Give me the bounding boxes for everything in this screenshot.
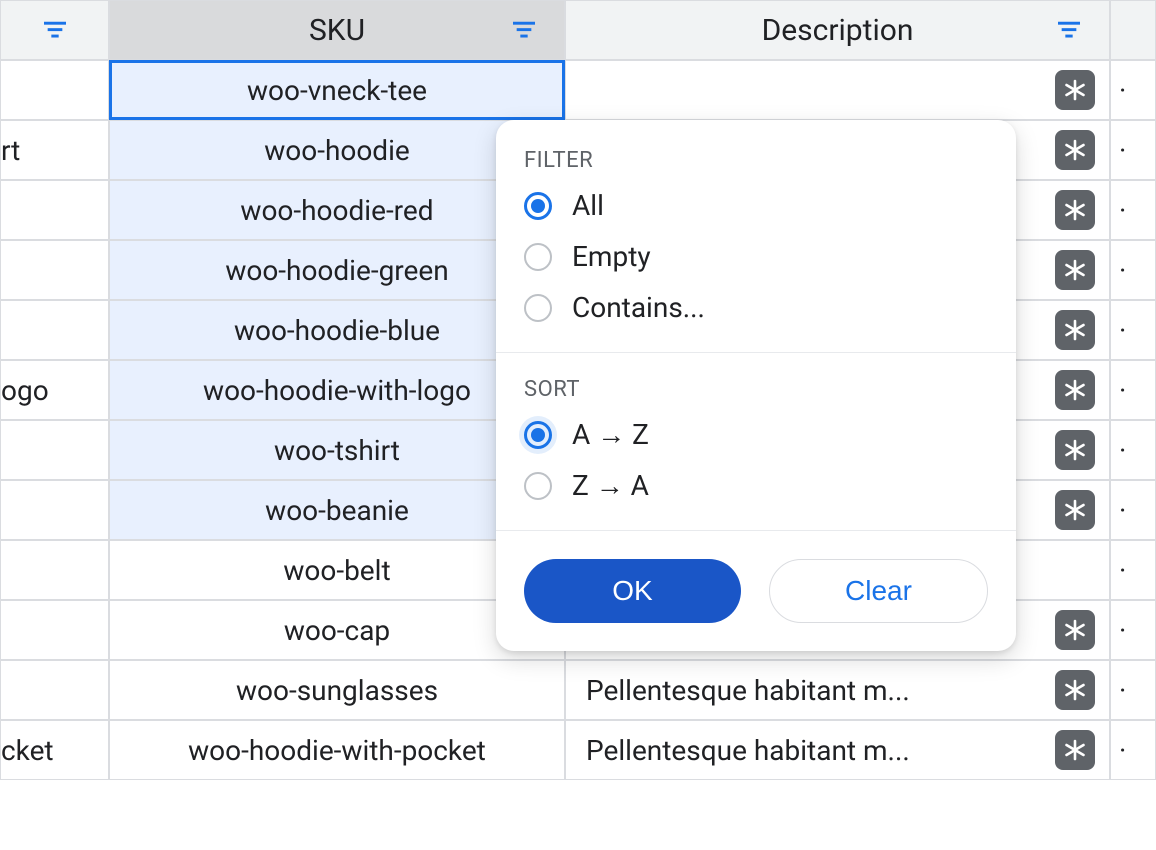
column-header-sku[interactable]: SKU [109,0,565,60]
radio-icon [524,192,552,220]
clear-button[interactable]: Clear [769,559,988,623]
popover-footer: OK Clear [524,559,988,623]
sort-option[interactable]: A → Z [524,418,988,451]
radio-label: Z → A [572,469,649,502]
cell-next-col[interactable]: · [1110,540,1156,600]
cell-prev-col[interactable]: ogo [0,360,109,420]
cell-text: woo-vneck-tee [247,74,427,107]
cell-prev-col[interactable] [0,540,109,600]
cell-next-col[interactable]: · [1110,660,1156,720]
cell-prev-col[interactable]: rt [0,120,109,180]
radio-label: All [572,189,604,222]
cell-text: woo-hoodie-green [225,254,448,287]
radio-icon [524,294,552,322]
radio-label: A → Z [572,418,649,451]
cell-text: woo-hoodie [264,134,410,167]
popover-divider [496,352,1016,353]
cell-text: woo-belt [283,554,390,587]
column-header-label: SKU [110,13,564,48]
cell-sku[interactable]: woo-vneck-tee [109,60,565,120]
asterisk-icon[interactable] [1055,70,1095,110]
sort-radio-group: A → Z Z → A [524,418,988,502]
column-header-prev[interactable] [0,0,109,60]
cell-next-col[interactable]: · [1110,300,1156,360]
cell-next-col[interactable]: · [1110,720,1156,780]
radio-icon [524,421,552,449]
cell-next-col[interactable]: · [1110,180,1156,240]
filter-option[interactable]: Empty [524,240,988,273]
cell-text: woo-hoodie-with-pocket [188,734,486,767]
cell-text: woo-tshirt [274,434,400,467]
cell-prev-col[interactable] [0,60,109,120]
cell-description[interactable] [565,60,1110,120]
ok-button[interactable]: OK [524,559,741,623]
cell-sku[interactable]: woo-sunglasses [109,660,565,720]
cell-prev-col[interactable] [0,420,109,480]
cell-sku[interactable]: woo-hoodie-with-pocket [109,720,565,780]
cell-prev-col[interactable] [0,480,109,540]
cell-prev-col[interactable] [0,240,109,300]
radio-label: Empty [572,240,651,273]
asterisk-icon[interactable] [1055,250,1095,290]
cell-text: woo-beanie [265,494,409,527]
cell-description[interactable]: Pellentesque habitant m... [565,660,1110,720]
cell-next-col[interactable]: · [1110,360,1156,420]
cell-text: Pellentesque habitant m... [586,734,1043,767]
asterisk-icon[interactable] [1055,130,1095,170]
cell-text: Pellentesque habitant m... [586,674,1043,707]
cell-prev-col[interactable] [0,660,109,720]
asterisk-icon[interactable] [1055,730,1095,770]
sort-option[interactable]: Z → A [524,469,988,502]
filter-option[interactable]: All [524,189,988,222]
cell-next-col[interactable]: · [1110,420,1156,480]
sort-section-title: SORT [524,377,988,402]
filter-icon[interactable] [1057,18,1081,42]
asterisk-icon[interactable] [1055,370,1095,410]
filter-sort-popover: FILTER All Empty Contains... SORT A → Z Z →… [496,120,1016,651]
cell-next-col[interactable]: · [1110,480,1156,540]
filter-icon[interactable] [512,18,536,42]
radio-icon [524,472,552,500]
column-header-next[interactable] [1110,0,1156,60]
filter-icon[interactable] [43,18,67,42]
asterisk-icon[interactable] [1055,310,1095,350]
column-header-label: Description [566,13,1109,48]
cell-next-col[interactable]: · [1110,120,1156,180]
radio-icon [524,243,552,271]
asterisk-icon[interactable] [1055,670,1095,710]
radio-label: Contains... [572,291,705,324]
cell-next-col[interactable]: · [1110,60,1156,120]
asterisk-icon[interactable] [1055,610,1095,650]
cell-prev-col[interactable]: cket [0,720,109,780]
cell-text: woo-sunglasses [236,674,438,707]
popover-footer-divider [496,530,1016,531]
filter-section-title: FILTER [524,148,988,173]
cell-text: woo-hoodie-blue [234,314,440,347]
cell-description[interactable]: Pellentesque habitant m... [565,720,1110,780]
cell-text: woo-hoodie-with-logo [203,374,471,407]
cell-text: woo-hoodie-red [240,194,433,227]
cell-prev-col[interactable] [0,180,109,240]
cell-prev-col[interactable] [0,300,109,360]
cell-text: woo-cap [284,614,390,647]
asterisk-icon[interactable] [1055,190,1095,230]
filter-radio-group: All Empty Contains... [524,189,988,324]
cell-next-col[interactable]: · [1110,600,1156,660]
asterisk-icon[interactable] [1055,490,1095,530]
filter-option[interactable]: Contains... [524,291,988,324]
cell-next-col[interactable]: · [1110,240,1156,300]
column-header-description[interactable]: Description [565,0,1110,60]
asterisk-icon[interactable] [1055,430,1095,470]
cell-prev-col[interactable] [0,600,109,660]
